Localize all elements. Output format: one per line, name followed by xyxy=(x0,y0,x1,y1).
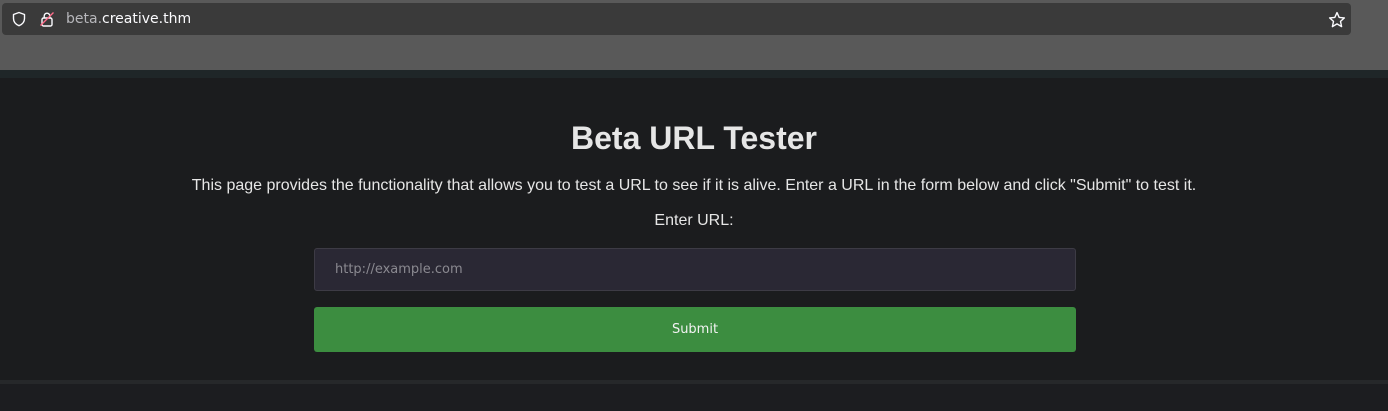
url-subdomain: beta. xyxy=(66,11,103,27)
address-bar[interactable]: beta.creative.thm xyxy=(2,3,1351,35)
url-field-label: Enter URL: xyxy=(654,212,734,229)
toolbar-divider xyxy=(0,70,1388,78)
shield-icon[interactable] xyxy=(11,11,27,27)
url-input[interactable] xyxy=(314,248,1076,291)
lock-icon[interactable] xyxy=(39,11,55,27)
page-content: Beta URL Tester This page provides the f… xyxy=(0,78,1388,380)
star-icon[interactable] xyxy=(1328,11,1346,29)
browser-toolbar: beta.creative.thm xyxy=(0,0,1388,70)
page-title: Beta URL Tester xyxy=(571,120,817,156)
page-description: This page provides the functionality tha… xyxy=(191,177,1197,194)
submit-button[interactable]: Submit xyxy=(314,307,1076,352)
url-text[interactable]: beta.creative.thm xyxy=(66,11,191,27)
page-bottom xyxy=(0,384,1388,411)
url-domain: creative.thm xyxy=(102,11,192,27)
